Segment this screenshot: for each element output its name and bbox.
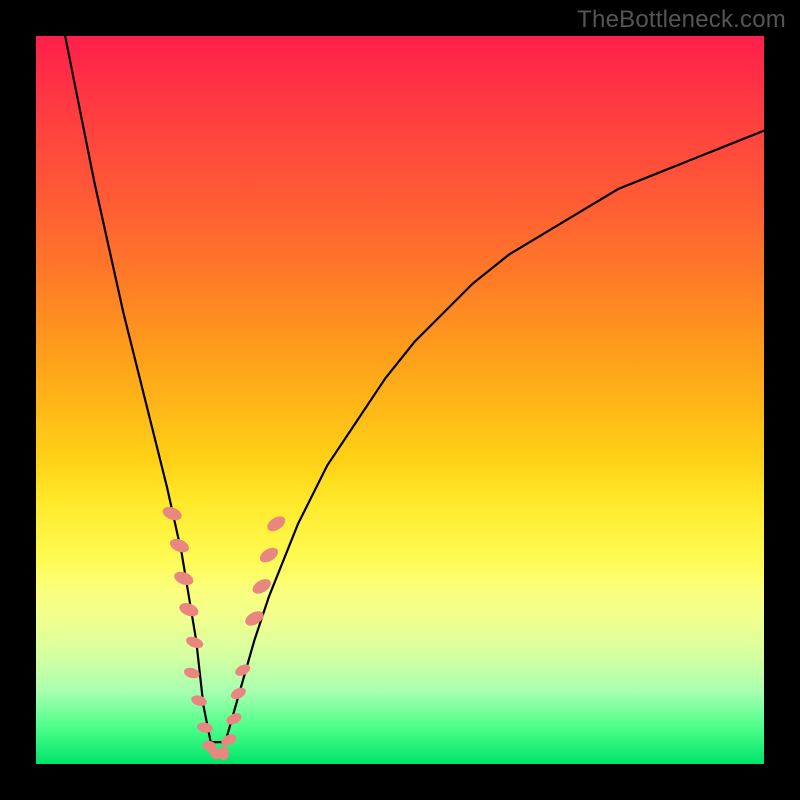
curve-marker xyxy=(243,608,266,628)
curve-marker xyxy=(219,746,229,760)
watermark-text: TheBottleneck.com xyxy=(577,6,786,34)
curve-marker xyxy=(183,666,201,680)
curve-marker xyxy=(265,513,288,534)
curve-marker xyxy=(190,694,208,708)
curve-marker xyxy=(196,721,214,734)
marker-layer xyxy=(161,504,288,761)
curve-marker xyxy=(233,662,252,678)
curve-svg xyxy=(36,36,764,764)
curve-marker xyxy=(257,545,280,566)
curve-marker xyxy=(220,732,239,748)
chart-frame: TheBottleneck.com xyxy=(0,0,800,800)
plot-area xyxy=(36,36,764,764)
bottleneck-curve xyxy=(65,36,764,742)
